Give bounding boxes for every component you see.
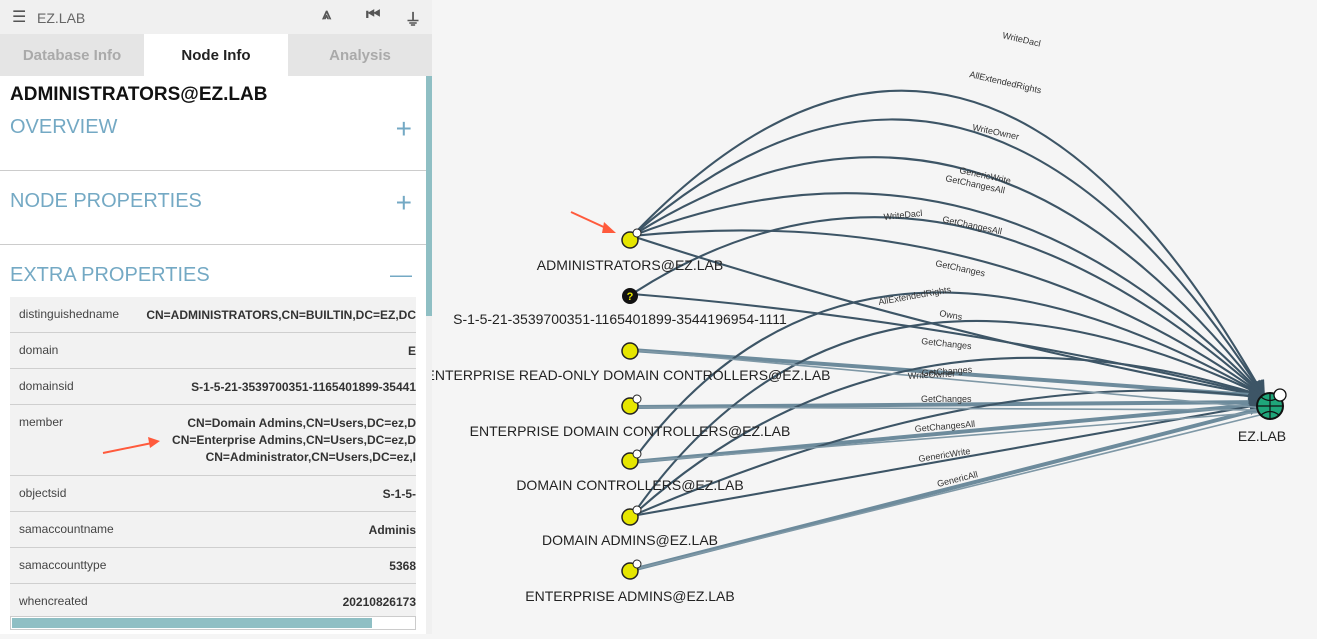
edge-writeowner[interactable]	[631, 156, 1266, 398]
property-value: CN=ADMINISTRATORS,CN=BUILTIN,DC=EZ,DC	[146, 307, 416, 324]
domain-badge-icon	[1273, 388, 1287, 402]
property-value-line: CN=ADMINISTRATORS,CN=BUILTIN,DC=EZ,DC	[146, 308, 416, 322]
group-badge-icon	[632, 394, 642, 404]
property-value: S-1-5-21-3539700351-1165401899-35441	[191, 379, 416, 396]
property-row-domainsid: domainsid S-1-5-21-3539700351-1165401899-…	[10, 369, 416, 405]
property-value-line: 5368	[389, 559, 416, 573]
node-label[interactable]: ENTERPRISE ADMINS@EZ.LAB	[525, 588, 734, 604]
group-icon[interactable]	[621, 342, 639, 360]
graph-node-edc[interactable]: ENTERPRISE DOMAIN CONTROLLERS@EZ.LAB	[470, 394, 791, 439]
property-row-objectsid: objectsid S-1-5-	[10, 476, 416, 512]
section-extra-properties[interactable]: EXTRA PROPERTIES	[10, 264, 210, 287]
section-node-properties[interactable]: NODE PROPERTIES	[10, 190, 202, 213]
property-value-line: 20210826173	[342, 595, 416, 609]
edge-allextendedrights[interactable]	[631, 118, 1266, 398]
expand-overview-icon[interactable]: +	[396, 115, 412, 143]
property-value: 5368	[389, 558, 416, 575]
graph-svg[interactable]: WriteDacl AllExtendedRights WriteOwner G…	[426, 0, 1317, 634]
graph-canvas[interactable]: WriteDacl AllExtendedRights WriteOwner G…	[426, 0, 1317, 634]
property-value-line: CN=Domain Admins,CN=Users,DC=ez,D	[187, 416, 416, 430]
property-value-line: E	[407, 344, 416, 358]
property-row-samaccounttype: samaccounttype 5368	[10, 548, 416, 584]
property-value: S-1-5-	[383, 486, 416, 503]
tab-database-info[interactable]: Database Info	[0, 34, 144, 76]
back-icon[interactable]: ⏮	[366, 6, 380, 24]
property-row-whencreated: whencreated 20210826173	[10, 584, 416, 620]
property-key: samaccounttype	[19, 558, 107, 572]
edge-label: GetChanges	[921, 394, 972, 404]
property-value-line: S-1-5-21-3539700351-1165401899-35441	[191, 380, 416, 394]
property-value: E	[408, 343, 416, 360]
collapse-extra-properties-icon[interactable]: —	[390, 264, 412, 286]
filter-icon[interactable]: ⏚	[405, 6, 421, 30]
top-bar: ☰ EZ.LAB ⩓ ⏮ ⏚	[0, 0, 432, 34]
graph-node-unknown-sid[interactable]: ? S-1-5-21-3539700351-1165401899-3544196…	[453, 288, 787, 327]
property-value-line: Adminis	[368, 523, 416, 537]
node-info-panel: ☰ EZ.LAB ⩓ ⏮ ⏚ Database Info Node Info A…	[0, 0, 432, 634]
property-key: samaccountname	[19, 522, 114, 536]
pathfinding-icon[interactable]: ⩓	[322, 6, 331, 24]
graph-edges	[631, 89, 1267, 572]
edge-label: WriteDacl	[1002, 30, 1042, 48]
tab-node-info[interactable]: Node Info	[144, 34, 288, 76]
property-value-line: S-1-5-	[382, 487, 416, 501]
section-overview[interactable]: OVERVIEW	[10, 116, 117, 139]
edge-label: GetChangesAll	[942, 214, 1003, 236]
divider	[0, 170, 426, 171]
graph-node-domain[interactable]: EZ.LAB	[1238, 388, 1287, 444]
graph-node-domain-admins[interactable]: DOMAIN ADMINS@EZ.LAB	[542, 505, 718, 548]
node-label[interactable]: DOMAIN CONTROLLERS@EZ.LAB	[516, 477, 743, 493]
node-label[interactable]: ADMINISTRATORS@EZ.LAB	[537, 257, 723, 273]
annotation-overlay-graph	[570, 211, 616, 233]
node-label[interactable]: DOMAIN ADMINS@EZ.LAB	[542, 532, 718, 548]
property-value-line: CN=Administrator,CN=Users,DC=ez,I	[205, 450, 416, 464]
property-row-distinguishedname: distinguishedname CN=ADMINISTRATORS,CN=BU…	[10, 297, 416, 333]
graph-node-administrators[interactable]: ADMINISTRATORS@EZ.LAB	[537, 228, 723, 273]
edge-writedacl[interactable]	[631, 89, 1266, 398]
node-title: ADMINISTRATORS@EZ.LAB	[10, 84, 268, 105]
edge-label: AllExtendedRights	[878, 284, 953, 307]
horizontal-scrollbar[interactable]	[10, 616, 416, 630]
question-mark-icon: ?	[627, 291, 634, 303]
property-value-line: CN=Enterprise Admins,CN=Users,DC=ez,D	[172, 433, 416, 447]
node-label[interactable]: ENTERPRISE READ-ONLY DOMAIN CONTROLLERS@…	[426, 367, 831, 383]
property-key: domainsid	[19, 379, 74, 393]
edge-label: Owns	[939, 308, 964, 322]
edge-label: AllExtendedRights	[969, 69, 1043, 95]
annotation-arrow-head	[602, 222, 616, 233]
extra-properties-table: distinguishedname CN=ADMINISTRATORS,CN=BU…	[10, 297, 416, 620]
property-key: whencreated	[19, 594, 88, 608]
node-label[interactable]: S-1-5-21-3539700351-1165401899-354419695…	[453, 311, 787, 327]
property-row-samaccountname: samaccountname Adminis	[10, 512, 416, 548]
property-key: member	[19, 415, 64, 429]
node-info-content: ADMINISTRATORS@EZ.LAB OVERVIEW + NODE PR…	[0, 76, 426, 634]
group-badge-icon	[632, 449, 642, 459]
expand-node-properties-icon[interactable]: +	[396, 189, 412, 217]
group-badge-icon	[632, 505, 642, 515]
graph-node-enterprise-admins[interactable]: ENTERPRISE ADMINS@EZ.LAB	[525, 559, 735, 604]
tab-analysis[interactable]: Analysis	[288, 34, 432, 76]
property-row-domain: domain E	[10, 333, 416, 369]
group-badge-icon	[632, 559, 642, 569]
property-key: domain	[19, 343, 59, 357]
hamburger-icon[interactable]: ☰	[12, 7, 26, 27]
horizontal-scroll-thumb[interactable]	[12, 618, 372, 628]
edge-label: GetChanges	[921, 336, 973, 351]
property-value: 20210826173	[343, 594, 416, 611]
divider	[0, 244, 426, 245]
property-value: Adminis	[369, 522, 416, 539]
node-label[interactable]: ENTERPRISE DOMAIN CONTROLLERS@EZ.LAB	[470, 423, 791, 439]
node-label[interactable]: EZ.LAB	[1238, 428, 1286, 444]
domain-label: EZ.LAB	[37, 10, 86, 26]
annotation-arrow-line	[570, 211, 609, 230]
property-key: distinguishedname	[19, 307, 120, 321]
property-row-member: member CN=Domain Admins,CN=Users,DC=ez,D C…	[10, 405, 416, 476]
property-value: CN=Domain Admins,CN=Users,DC=ez,D CN=Ente…	[172, 415, 416, 466]
property-key: objectsid	[19, 486, 67, 500]
group-badge-icon	[632, 228, 642, 238]
panel-tabs: Database Info Node Info Analysis	[0, 34, 432, 76]
